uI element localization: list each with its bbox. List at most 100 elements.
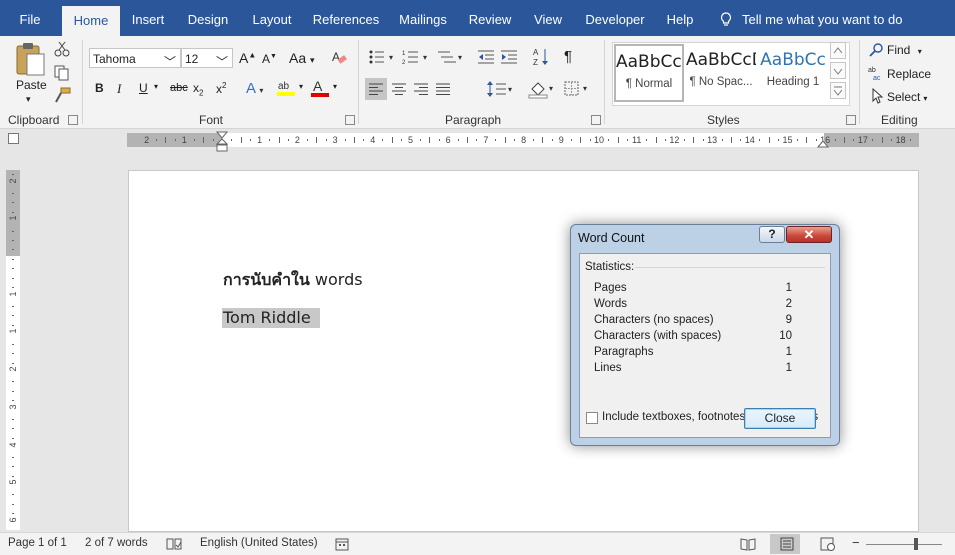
paste-icon[interactable] — [14, 42, 48, 78]
horizontal-ruler[interactable]: 2 1 1 2 3 4 5 6 7 8 9 10 11 12 13 14 15 16 17 18 — [127, 131, 919, 152]
tab-file[interactable]: File — [8, 0, 52, 36]
shading-icon[interactable]: ▾ — [528, 79, 556, 99]
style-no-spacing[interactable]: AaBbCcD ¶ No Spac... — [686, 44, 756, 102]
styles-scroll-down-icon[interactable] — [830, 62, 846, 79]
indent-marker-icon[interactable] — [216, 131, 228, 153]
tab-selector-icon[interactable] — [8, 133, 19, 144]
tab-mailings[interactable]: Mailings — [394, 0, 452, 36]
select-button[interactable]: Select ▾ — [887, 90, 927, 104]
tab-review[interactable]: Review — [464, 0, 516, 36]
replace-button[interactable]: Replace — [887, 67, 931, 81]
tab-insert[interactable]: Insert — [126, 0, 170, 36]
clipboard-launcher-icon[interactable] — [68, 115, 78, 125]
sort-icon[interactable]: AZ — [532, 47, 550, 67]
help-button[interactable]: ? — [759, 226, 785, 243]
clear-formatting-icon[interactable]: A — [331, 49, 347, 65]
find-button[interactable]: Find ▾ — [887, 43, 922, 57]
format-painter-icon[interactable] — [53, 87, 71, 103]
include-textboxes-checkbox[interactable] — [586, 412, 598, 424]
paragraph-launcher-icon[interactable] — [591, 115, 601, 125]
stat-label: Pages — [594, 282, 627, 294]
dialog-close-button[interactable]: ✕ — [786, 226, 832, 243]
ruler-number: 8 — [521, 135, 527, 145]
font-color-dropdown-icon[interactable]: ▾ — [333, 82, 337, 91]
change-case-button[interactable]: Aa ▾ — [289, 50, 315, 66]
text-effects-icon[interactable]: A ▾ — [246, 80, 263, 97]
cut-icon[interactable] — [53, 41, 71, 57]
page-count[interactable]: Page 1 of 1 — [8, 537, 67, 549]
read-mode-icon[interactable] — [740, 537, 756, 551]
ruler-number: 15 — [782, 135, 793, 145]
tab-layout[interactable]: Layout — [246, 0, 298, 36]
tab-design[interactable]: Design — [182, 0, 234, 36]
ruler-number: 6 — [8, 517, 18, 523]
multilevel-list-icon[interactable]: ▾ — [436, 49, 466, 65]
superscript-button[interactable]: x2 — [216, 81, 226, 96]
stat-value: 10 — [779, 330, 792, 342]
find-icon[interactable] — [869, 43, 885, 57]
numbering-icon[interactable]: 1 2 ▾ — [402, 49, 432, 65]
decrease-indent-icon[interactable] — [477, 49, 495, 65]
zoom-slider-thumb[interactable] — [914, 538, 918, 550]
paste-button[interactable]: Paste — [16, 78, 47, 92]
vertical-ruler[interactable]: 2 1 1 1 2 3 4 5 6 — [6, 170, 20, 530]
tab-home[interactable]: Home — [62, 6, 120, 36]
styles-scroll-up-icon[interactable] — [830, 42, 846, 59]
tab-references[interactable]: References — [310, 0, 382, 36]
line-spacing-icon[interactable]: ▾ — [486, 80, 514, 98]
style-no-spacing-name: ¶ No Spac... — [689, 76, 753, 88]
style-normal[interactable]: AaBbCcD ¶ Normal — [614, 44, 684, 102]
zoom-out-button[interactable]: − — [852, 535, 860, 550]
select-cursor-icon[interactable] — [870, 88, 884, 104]
document-line-1[interactable]: การนับคำใน words — [223, 268, 363, 293]
show-formatting-marks-icon[interactable]: ¶ — [564, 48, 572, 65]
increase-indent-icon[interactable] — [500, 49, 518, 65]
tab-developer[interactable]: Developer — [582, 0, 648, 36]
web-layout-icon[interactable] — [820, 537, 836, 551]
copy-icon[interactable] — [53, 65, 71, 81]
strikethrough-button[interactable]: abc — [170, 82, 188, 94]
tell-me-search[interactable]: Tell me what you want to do — [720, 0, 902, 36]
highlight-color-icon[interactable]: ab — [276, 78, 298, 98]
align-right-icon[interactable] — [413, 82, 429, 96]
tab-help[interactable]: Help — [662, 0, 698, 36]
font-size-combo[interactable]: 12 ﹀ — [181, 48, 233, 69]
bullets-icon[interactable]: ▾ — [368, 49, 398, 65]
replace-icon[interactable]: abac — [867, 65, 885, 81]
zoom-slider-track[interactable] — [866, 544, 942, 545]
macro-recording-icon[interactable] — [335, 537, 349, 551]
highlight-dropdown-icon[interactable]: ▾ — [299, 82, 303, 91]
ruler-number: 11 — [632, 135, 642, 145]
ruler-number: 3 — [332, 135, 338, 145]
right-indent-marker-icon[interactable] — [817, 138, 829, 148]
shrink-font-button[interactable]: A▼ — [262, 52, 277, 66]
selected-text[interactable]: Tom Riddle — [222, 308, 320, 328]
align-left-icon[interactable] — [368, 82, 384, 96]
proofing-icon[interactable] — [166, 537, 182, 551]
underline-button[interactable]: U — [139, 81, 148, 95]
font-name-combo[interactable]: Tahoma ﹀ — [89, 48, 181, 69]
print-layout-icon[interactable] — [780, 537, 794, 551]
underline-dropdown-icon[interactable]: ▾ — [154, 82, 158, 91]
italic-button[interactable]: I — [117, 81, 121, 97]
dialog-title: Word Count — [578, 231, 645, 245]
styles-launcher-icon[interactable] — [846, 115, 856, 125]
grow-font-button[interactable]: A▲ — [239, 50, 256, 66]
justify-icon[interactable] — [435, 82, 451, 96]
borders-icon[interactable]: ▾ — [563, 80, 591, 98]
ruler-tick — [382, 139, 384, 141]
close-button[interactable]: Close — [744, 408, 816, 429]
ruler-tick — [12, 381, 14, 383]
styles-more-icon[interactable] — [830, 82, 846, 99]
language-status[interactable]: English (United States) — [200, 537, 318, 549]
style-heading-1[interactable]: AaBbCc Heading 1 — [758, 44, 828, 102]
paste-dropdown-icon[interactable]: ▾ — [26, 94, 31, 105]
align-center-icon[interactable] — [391, 82, 407, 96]
word-count-status[interactable]: 2 of 7 words — [85, 537, 148, 549]
font-launcher-icon[interactable] — [345, 115, 355, 125]
subscript-button[interactable]: x2 — [193, 81, 203, 97]
tab-view[interactable]: View — [528, 0, 568, 36]
font-color-icon[interactable]: A — [310, 78, 330, 98]
group-divider — [82, 40, 83, 124]
bold-button[interactable]: B — [95, 81, 104, 95]
